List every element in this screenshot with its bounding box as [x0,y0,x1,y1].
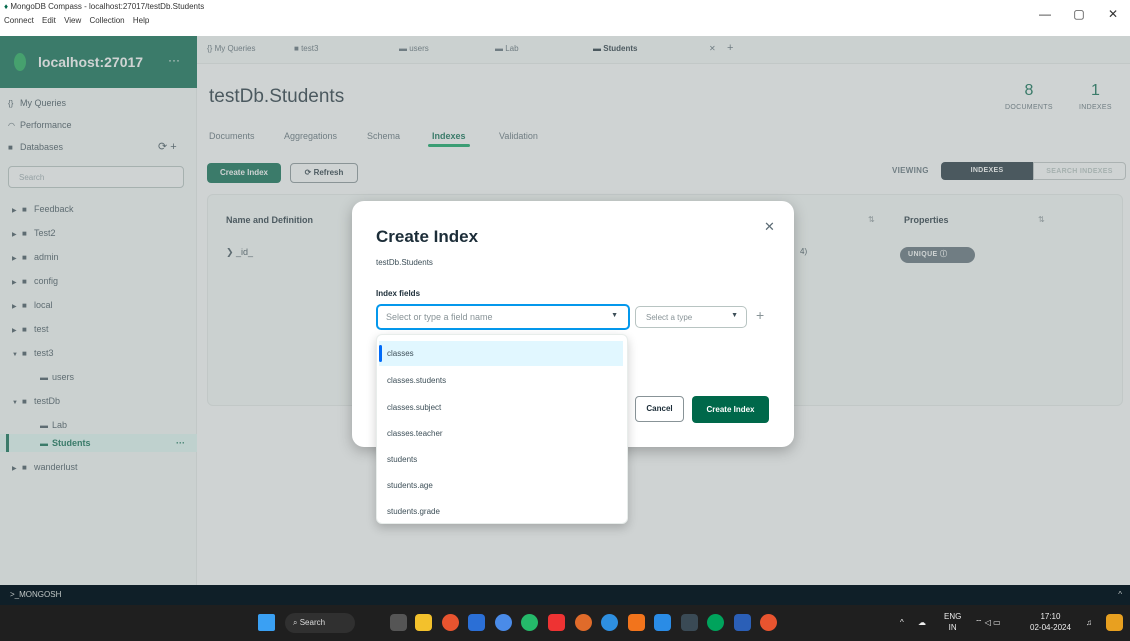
close-window-button[interactable]: ✕ [1096,0,1130,28]
add-field-button[interactable]: + [756,307,764,323]
compass-logo-icon: ♦ [4,2,9,11]
list-item[interactable]: classes.students [379,368,623,393]
list-item[interactable]: students [379,447,623,472]
search-icon: ⌕ [293,618,300,627]
edge-icon[interactable] [601,614,618,631]
caret-down-icon: ▼ [731,312,738,319]
taskbar-search[interactable]: ⌕ Search [285,613,355,633]
notification-bell-icon[interactable]: ♫ [1086,617,1092,628]
list-item[interactable]: classes.subject [379,395,623,420]
create-index-submit-button[interactable]: Create Index [692,396,769,423]
list-item[interactable]: classes [379,341,623,366]
mongodb-compass-icon[interactable] [707,614,724,631]
app-icon[interactable] [521,614,538,631]
menu-bar: Connect Edit View Collection Help [0,14,155,28]
maximize-button[interactable]: ▢ [1062,0,1096,28]
cancel-button[interactable]: Cancel [635,396,684,422]
mongosh-bar[interactable]: >_MONGOSH ^ [0,585,1130,605]
index-fields-label: Index fields [376,289,421,298]
minimize-button[interactable]: — [1028,0,1062,28]
word-icon[interactable] [734,614,751,631]
close-icon[interactable]: ✕ [764,219,775,235]
chrome-icon[interactable] [442,614,459,631]
chrome-icon[interactable] [760,614,777,631]
window-controls: — ▢ ✕ [1028,0,1130,28]
menu-collection[interactable]: Collection [90,16,125,25]
modal-backdrop-sidebar[interactable] [0,36,197,585]
field-name-select[interactable]: Select or type a field name ▼ [376,304,630,330]
brave-icon[interactable] [628,614,645,631]
terminal-icon[interactable] [681,614,698,631]
list-item[interactable]: students.grade [379,499,623,524]
youtube-icon[interactable] [548,614,565,631]
modal-namespace: testDb.Students [376,258,433,267]
language-indicator[interactable]: ENG IN [944,611,961,633]
menu-connect[interactable]: Connect [4,16,34,25]
browser-icon[interactable] [495,614,512,631]
field-options-list: classes classes.students classes.subject… [376,334,628,524]
caret-down-icon: ▼ [611,312,618,319]
task-view-icon[interactable] [390,614,407,631]
file-explorer-icon[interactable] [415,614,432,631]
menu-view[interactable]: View [64,16,81,25]
windows-taskbar: ⌕ Search ^ ☁ ENG IN ⌔ ◁ ▭ 17:10 02-04-2024… [0,605,1130,641]
modal-title: Create Index [376,227,479,246]
window-title: ♦ MongoDB Compass - localhost:27017/test… [0,0,1130,14]
clock[interactable]: 17:10 02-04-2024 [1030,611,1071,633]
cloud-icon[interactable]: ☁ [918,617,926,628]
vscode-icon[interactable] [654,614,671,631]
menu-edit[interactable]: Edit [42,16,56,25]
menu-help[interactable]: Help [133,16,149,25]
notepad-icon[interactable] [468,614,485,631]
list-item[interactable]: classes.teacher [379,421,623,446]
list-item[interactable]: students.age [379,473,623,498]
windows-start-icon[interactable] [258,614,275,631]
chevron-up-icon[interactable]: ^ [1118,585,1122,605]
chevron-up-icon[interactable]: ^ [900,617,904,628]
wifi-volume-battery-icon[interactable]: ⌔ ◁ ▭ [975,617,1001,628]
app-icon[interactable] [575,614,592,631]
index-type-select[interactable]: Select a type ▼ [635,306,747,328]
app-tray-icon[interactable] [1106,614,1123,631]
